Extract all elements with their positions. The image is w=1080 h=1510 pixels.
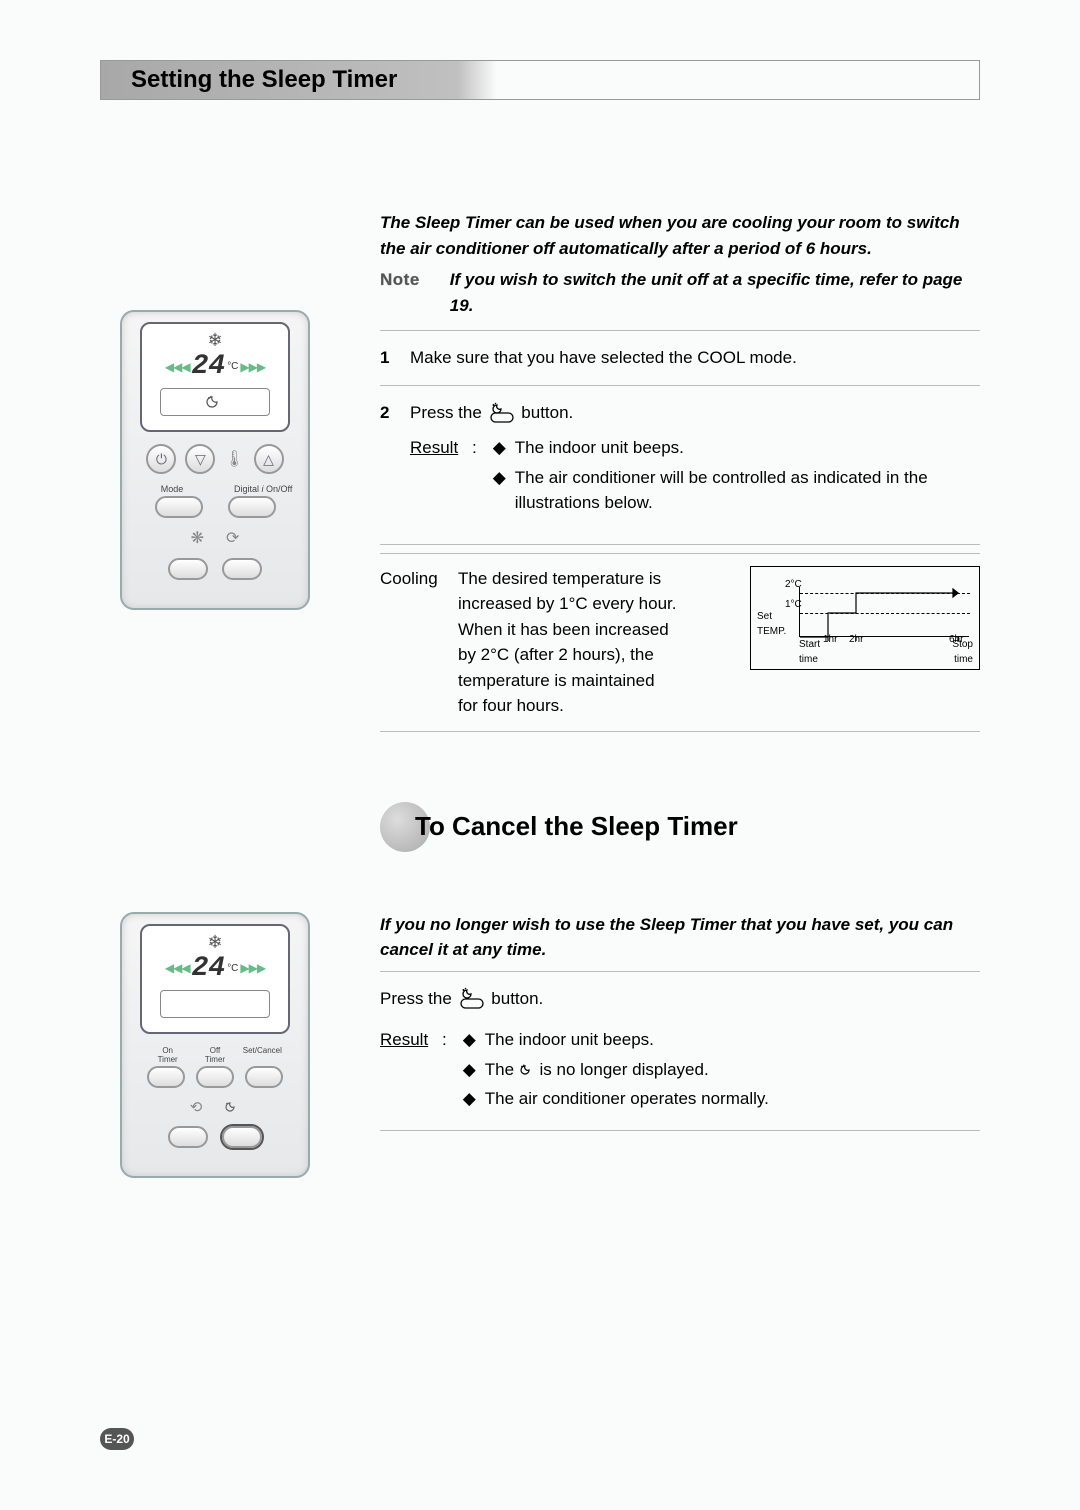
cancel-press-line: Press the button. bbox=[380, 980, 980, 1018]
thermometer-icon: 🌡 bbox=[224, 449, 244, 469]
divider bbox=[380, 330, 980, 331]
chart-xtick-2hr: 2hr bbox=[849, 632, 863, 647]
digital-label: Digital bbox=[234, 484, 259, 494]
mode-label: Mode bbox=[148, 484, 196, 494]
page-number-badge: E-20 bbox=[100, 1428, 134, 1450]
cooling-label: Cooling bbox=[380, 566, 442, 592]
step-2: 2 Press the button. Result: ◆ The indoor … bbox=[380, 394, 980, 526]
bullet-icon: ◆ bbox=[493, 465, 505, 516]
section-title-bar: Setting the Sleep Timer bbox=[100, 60, 980, 100]
fan-icon: ❋ bbox=[191, 528, 204, 548]
illustrations-column-cancel: ❄ ◀◀◀ 24°C ▶▶▶ On Timer Off Timer Set/Ca… bbox=[100, 912, 330, 1218]
chart-xlabel-stop: Stop time bbox=[952, 637, 973, 667]
step2-before: Press the bbox=[410, 403, 482, 422]
result-label: Result: bbox=[410, 435, 477, 520]
bullet2-after: is no longer displayed. bbox=[540, 1060, 709, 1079]
snowflake-icon: ❄ bbox=[142, 330, 288, 351]
lcd-sleep-indicator-empty bbox=[160, 990, 270, 1018]
bullet-icon: ◆ bbox=[463, 1027, 475, 1053]
divider bbox=[380, 544, 980, 545]
content-column: The Sleep Timer can be used when you are… bbox=[380, 210, 980, 902]
fan-bars-left-icon: ◀◀◀ bbox=[165, 360, 190, 374]
remote-illustration-bottom: ❄ ◀◀◀ 24°C ▶▶▶ On Timer Off Timer Set/Ca… bbox=[120, 912, 310, 1178]
step-1: 1 Make sure that you have selected the C… bbox=[380, 339, 980, 377]
fan-pill-button-icon bbox=[168, 558, 208, 580]
offtimer-button-icon bbox=[196, 1066, 234, 1088]
chart-xlabel-start: Start time bbox=[799, 637, 820, 667]
chart-ylabel: Set TEMP. bbox=[757, 609, 786, 639]
setcancel-label: Set/Cancel bbox=[239, 1046, 286, 1064]
fan-bars-left-icon: ◀◀◀ bbox=[165, 961, 190, 975]
on-timer-label: On Timer bbox=[144, 1046, 191, 1064]
sleep-pill-button-highlighted-icon bbox=[222, 1126, 262, 1148]
cancel-bullet-1: The indoor unit beeps. bbox=[485, 1027, 654, 1053]
power-button-icon: ⏻ bbox=[146, 444, 176, 474]
chart-xtick-1hr: 1hr bbox=[823, 632, 837, 647]
temp-up-button-icon: △ bbox=[254, 444, 284, 474]
cooling-text: The desired temperature is increased by … bbox=[458, 566, 678, 719]
swing-pill-button-icon bbox=[222, 558, 262, 580]
section-title: Setting the Sleep Timer bbox=[101, 61, 497, 99]
snowflake-icon: ❄ bbox=[142, 932, 288, 953]
lcd-unit: °C bbox=[227, 963, 238, 974]
sleep-timer-chart: Set TEMP. 2°C 1°C bbox=[750, 566, 980, 670]
lcd-unit: °C bbox=[227, 361, 238, 372]
result-bullet: The air conditioner will be controlled a… bbox=[515, 465, 980, 516]
swing-pill-button-icon bbox=[168, 1126, 208, 1148]
press-before: Press the bbox=[380, 989, 452, 1008]
remote-illustration-top: ❄ ◀◀◀ 24°C ▶▶▶ ⏻ ▽ 🌡 bbox=[120, 310, 310, 610]
step-number: 1 bbox=[380, 345, 396, 371]
sleep-icon bbox=[206, 395, 224, 409]
sleep-icon bbox=[519, 1064, 535, 1076]
swing-icon: ⟲ bbox=[190, 1098, 203, 1116]
temp-down-button-icon: ▽ bbox=[185, 444, 215, 474]
cancel-bullet-3: The air conditioner operates normally. bbox=[485, 1086, 769, 1112]
divider bbox=[380, 971, 980, 972]
cancel-content: If you no longer wish to use the Sleep T… bbox=[380, 912, 980, 1218]
lcd-temp: 24 bbox=[192, 351, 226, 382]
bullet-icon: ◆ bbox=[463, 1086, 475, 1112]
step-text: Make sure that you have selected the COO… bbox=[410, 345, 980, 371]
divider bbox=[380, 553, 980, 554]
chart-axes bbox=[799, 587, 969, 637]
bullet-icon: ◆ bbox=[463, 1057, 475, 1083]
fan-bars-right-icon: ▶▶▶ bbox=[240, 360, 265, 374]
divider bbox=[380, 731, 980, 732]
step-number: 2 bbox=[380, 400, 396, 520]
subsection-header: To Cancel the Sleep Timer bbox=[380, 802, 980, 852]
lcd-sleep-indicator bbox=[160, 388, 270, 416]
note-label: Note bbox=[380, 267, 420, 318]
divider bbox=[380, 1130, 980, 1131]
digital-pill-button-icon bbox=[228, 496, 276, 518]
result-bullet: The indoor unit beeps. bbox=[515, 435, 684, 461]
mode-pill-button-icon bbox=[155, 496, 203, 518]
illustrations-column: ❄ ◀◀◀ 24°C ▶▶▶ ⏻ ▽ 🌡 bbox=[100, 210, 330, 902]
subsection-title: To Cancel the Sleep Timer bbox=[405, 807, 738, 846]
cancel-bullet-2: The is no longer displayed. bbox=[485, 1057, 709, 1083]
ontimer-button-icon bbox=[147, 1066, 185, 1088]
sleep-icon bbox=[224, 1101, 240, 1113]
off-timer-label: Off Timer bbox=[191, 1046, 238, 1064]
manual-page: Setting the Sleep Timer ❄ ◀◀◀ 24°C ▶▶▶ bbox=[0, 0, 1080, 1510]
onoff-label: On/Off bbox=[266, 484, 292, 494]
fan-bars-right-icon: ▶▶▶ bbox=[240, 961, 265, 975]
bullet-icon: ◆ bbox=[493, 435, 505, 461]
divider bbox=[380, 385, 980, 386]
bullet2-before: The bbox=[485, 1060, 514, 1079]
intro-text: The Sleep Timer can be used when you are… bbox=[380, 210, 980, 261]
result-label: Result: bbox=[380, 1027, 447, 1116]
cooling-block: Cooling The desired temperature is incre… bbox=[380, 566, 980, 719]
remote-lcd: ❄ ◀◀◀ 24°C ▶▶▶ bbox=[140, 924, 290, 1034]
remote-lcd: ❄ ◀◀◀ 24°C ▶▶▶ bbox=[140, 322, 290, 432]
cancel-intro: If you no longer wish to use the Sleep T… bbox=[380, 912, 980, 963]
step2-after: button. bbox=[521, 403, 573, 422]
sleep-button-icon bbox=[457, 987, 487, 1011]
setcancel-button-icon bbox=[245, 1066, 283, 1088]
sleep-button-icon bbox=[487, 402, 517, 424]
press-after: button. bbox=[491, 989, 543, 1008]
lcd-temp: 24 bbox=[192, 953, 226, 984]
note-text: If you wish to switch the unit off at a … bbox=[450, 267, 980, 318]
swing-icon: ⟳ bbox=[226, 528, 239, 548]
